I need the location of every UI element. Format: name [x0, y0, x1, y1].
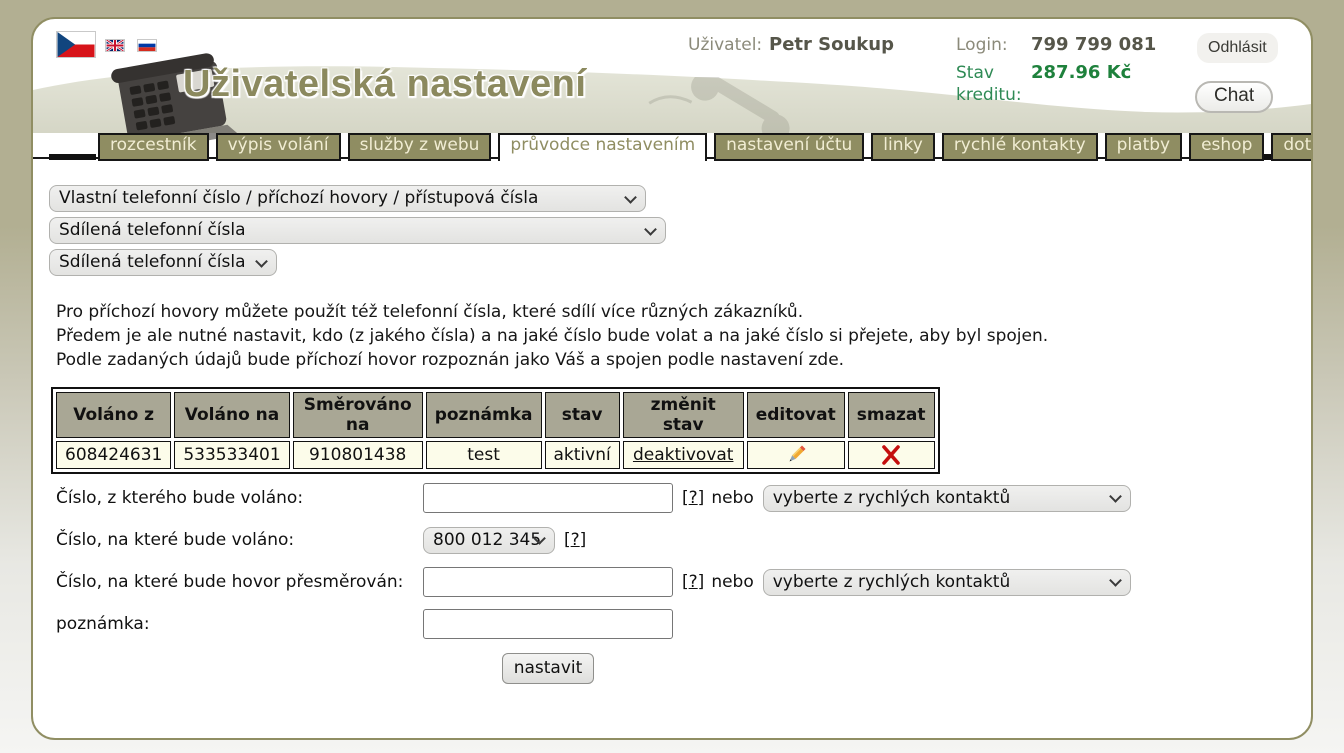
category-select-value: Vlastní telefonní číslo / příchozí hovor…: [59, 188, 538, 208]
shared-numbers-table: Voláno z Voláno na Směrováno na poznámka…: [51, 387, 940, 474]
tab-linky[interactable]: linky: [871, 133, 935, 161]
col-note: poznámka: [426, 392, 542, 438]
redirect-quick-contacts-select[interactable]: vyberte z rychlých kontaktů: [763, 569, 1131, 596]
red-x-icon[interactable]: [880, 444, 902, 466]
group-select-value: Sdílená telefonní čísla: [59, 220, 246, 240]
help-link-redirect[interactable]: [?]: [682, 572, 704, 592]
col-status: stav: [545, 392, 620, 438]
col-change-status: změnit stav: [623, 392, 744, 438]
redirect-label: Číslo, na které bude hovor přesměrován:: [56, 572, 423, 592]
form-row-from: Číslo, z kterého bude voláno: [?] nebo v…: [49, 483, 1311, 513]
logout-button[interactable]: Odhlásit: [1197, 33, 1278, 63]
tab-rychle-kontakty[interactable]: rychlé kontakty: [942, 133, 1098, 161]
cell-called-to: 533533401: [174, 441, 289, 469]
deactivate-link[interactable]: deaktivovat: [633, 445, 734, 465]
cell-delete: [848, 441, 935, 469]
col-edit: editovat: [747, 392, 845, 438]
credit-value: 287.96 Kč: [1031, 62, 1131, 83]
cell-status: aktivní: [545, 441, 620, 469]
tab-sluzby-z-webu[interactable]: služby z webu: [348, 133, 492, 161]
or-text-redirect: nebo: [711, 572, 753, 592]
cell-edit: [747, 441, 845, 469]
tab-line-left-stub: [49, 154, 96, 160]
tab-rozcestnik[interactable]: rozcestník: [98, 133, 209, 161]
col-called-from: Voláno z: [56, 392, 171, 438]
table-row: 608424631 533533401 910801438 test aktiv…: [56, 441, 935, 469]
intro-line-2: Předem je ale nutné nastavit, kdo (z jak…: [56, 324, 1311, 348]
main-navigation: rozcestník výpis volání služby z webu pr…: [98, 133, 1313, 161]
cell-routed-to: 910801438: [293, 441, 423, 469]
login-value: 799 799 081: [1031, 34, 1156, 55]
category-select[interactable]: Vlastní telefonní číslo / příchozí hovor…: [49, 185, 646, 212]
page-header: Uživatelská nastavení Uživatel: Petr Sou…: [33, 19, 1311, 159]
tab-dotazy[interactable]: dotazy: [1271, 133, 1313, 161]
tab-platby[interactable]: platby: [1105, 133, 1182, 161]
cell-note: test: [426, 441, 542, 469]
login-label: Login:: [956, 35, 1008, 55]
czech-flag-icon[interactable]: [56, 31, 96, 58]
pencil-icon[interactable]: [784, 443, 808, 467]
col-delete: smazat: [848, 392, 935, 438]
table-header-row: Voláno z Voláno na Směrováno na poznámka…: [56, 392, 935, 438]
submit-row: nastavit: [423, 653, 673, 684]
credit-label: Stav kreditu:: [956, 62, 1026, 106]
form-row-to: Číslo, na které bude voláno: 800 012 345…: [49, 525, 1311, 555]
from-label: Číslo, z kterého bude voláno:: [56, 488, 423, 508]
user-name: Petr Soukup: [769, 34, 894, 55]
from-quick-contacts-select[interactable]: vyberte z rychlých kontaktů: [763, 485, 1131, 512]
col-called-to: Voláno na: [174, 392, 289, 438]
group-select[interactable]: Sdílená telefonní čísla: [49, 217, 666, 244]
main-panel: Uživatelská nastavení Uživatel: Petr Sou…: [31, 17, 1313, 740]
cell-change-status: deaktivovat: [623, 441, 744, 469]
col-change-status-label: změnit stav: [644, 395, 722, 435]
form-row-note: poznámka:: [49, 609, 1311, 639]
from-quick-contacts-value: vyberte z rychlých kontaktů: [773, 488, 1010, 508]
col-routed-to: Směrováno na: [293, 392, 423, 438]
section-select[interactable]: Sdílená telefonní čísla: [49, 249, 277, 276]
or-text: nebo: [711, 488, 753, 508]
page-title: Uživatelská nastavení: [183, 63, 586, 106]
to-number-select[interactable]: 800 012 345: [423, 527, 555, 554]
redirect-quick-contacts-value: vyberte z rychlých kontaktů: [773, 572, 1010, 592]
intro-line-1: Pro příchozí hovory můžete použít též te…: [56, 300, 1311, 324]
redirect-number-input[interactable]: [423, 567, 673, 597]
number-setup-form: Číslo, z kterého bude voláno: [?] nebo v…: [49, 483, 1311, 684]
intro-text: Pro příchozí hovory můžete použít též te…: [56, 300, 1311, 372]
help-link-from[interactable]: [?]: [682, 488, 704, 508]
user-label: Uživatel:: [688, 35, 762, 55]
help-link-to[interactable]: [?]: [564, 530, 586, 550]
cell-called-from: 608424631: [56, 441, 171, 469]
tab-eshop[interactable]: eshop: [1189, 133, 1264, 161]
section-select-value: Sdílená telefonní čísla: [59, 252, 246, 272]
note-input[interactable]: [423, 609, 673, 639]
to-label: Číslo, na které bude voláno:: [56, 530, 423, 550]
intro-line-3: Podle zadaných údajů bude příchozí hovor…: [56, 348, 1311, 372]
tab-pruvodce-nastavenim[interactable]: průvodce nastavením: [498, 133, 707, 161]
tab-vypis-volani[interactable]: výpis volání: [216, 133, 341, 161]
tab-nastaveni-uctu[interactable]: nastavení účtu: [714, 133, 864, 161]
submit-button[interactable]: nastavit: [502, 653, 595, 684]
to-number-value: 800 012 345: [433, 530, 541, 550]
note-label: poznámka:: [56, 614, 423, 634]
from-number-input[interactable]: [423, 483, 673, 513]
content-area: Vlastní telefonní číslo / příchozí hovor…: [33, 159, 1311, 684]
form-row-redirect: Číslo, na které bude hovor přesměrován: …: [49, 567, 1311, 597]
chat-button[interactable]: Chat: [1195, 81, 1273, 113]
